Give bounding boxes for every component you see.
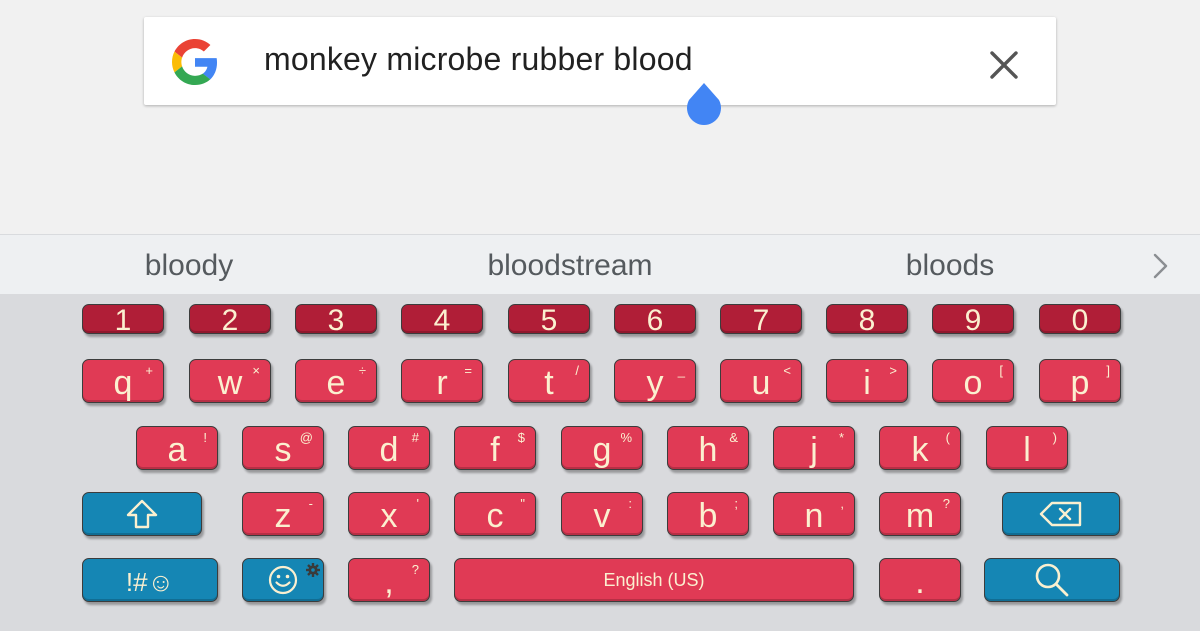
key-g[interactable]: g% — [561, 426, 643, 470]
key-7[interactable]: 7 — [720, 304, 802, 336]
key-m[interactable]: m? — [879, 492, 961, 536]
key-e[interactable]: e ÷ — [295, 359, 377, 403]
period-key[interactable]: . — [879, 558, 961, 602]
gear-icon — [306, 563, 320, 577]
key-5[interactable]: 5 — [508, 304, 590, 336]
key-j[interactable]: j * — [773, 426, 855, 470]
key-s[interactable]: s @ — [242, 426, 324, 470]
key-v[interactable]: v: — [561, 492, 643, 536]
key-z[interactable]: z- — [242, 492, 324, 536]
key-h[interactable]: h & — [667, 426, 749, 470]
key-c[interactable]: c " — [454, 492, 536, 536]
key-o[interactable]: o[ — [932, 359, 1014, 403]
suggestion-item[interactable]: bloody — [145, 249, 233, 283]
key-0[interactable]: 0 — [1039, 304, 1121, 336]
key-b[interactable]: b; — [667, 492, 749, 536]
space-bar[interactable]: English (US) — [454, 558, 854, 602]
key-1[interactable]: 1 — [82, 304, 164, 336]
search-input[interactable]: monkey microbe rubber blood — [264, 41, 693, 78]
emoji-key[interactable] — [242, 558, 324, 602]
symbols-key[interactable]: !#☺ — [82, 558, 218, 602]
suggestion-item[interactable]: bloods — [906, 249, 994, 283]
key-n[interactable]: n, — [773, 492, 855, 536]
key-8[interactable]: 8 — [826, 304, 908, 336]
suggestion-strip: bloody bloodstream bloods — [0, 234, 1200, 294]
key-2[interactable]: 2 — [189, 304, 271, 336]
key-d[interactable]: d # — [348, 426, 430, 470]
key-q[interactable]: q + — [82, 359, 164, 403]
key-k[interactable]: k( — [879, 426, 961, 470]
key-l[interactable]: l) — [986, 426, 1068, 470]
suggestion-item[interactable]: bloodstream — [487, 249, 652, 283]
cursor-handle[interactable] — [684, 83, 724, 129]
key-6[interactable]: 6 — [614, 304, 696, 336]
google-logo-icon — [172, 39, 218, 85]
key-u[interactable]: u < — [720, 359, 802, 403]
key-w[interactable]: w × — [189, 359, 271, 403]
search-icon — [1035, 563, 1069, 597]
comma-key[interactable]: ,? — [348, 558, 430, 602]
key-a[interactable]: a! — [136, 426, 218, 470]
key-4[interactable]: 4 — [401, 304, 483, 336]
key-p[interactable]: p] — [1039, 359, 1121, 403]
backspace-icon — [1039, 501, 1082, 527]
smiley-icon — [268, 565, 298, 595]
search-bar[interactable]: monkey microbe rubber blood — [144, 17, 1056, 105]
search-key[interactable] — [984, 558, 1120, 602]
shift-key[interactable] — [82, 492, 202, 536]
key-x[interactable]: x ' — [348, 492, 430, 536]
key-y[interactable]: y _ — [614, 359, 696, 403]
chevron-right-icon[interactable] — [1150, 251, 1172, 281]
key-i[interactable]: i > — [826, 359, 908, 403]
key-f[interactable]: f $ — [454, 426, 536, 470]
backspace-key[interactable] — [1002, 492, 1120, 536]
key-r[interactable]: r = — [401, 359, 483, 403]
shift-arrow-icon — [126, 499, 158, 529]
close-icon[interactable] — [980, 41, 1028, 89]
keyboard: 1 2 3 4 5 6 7 8 9 0 q + w × e ÷ r = t / y _ u <… — [0, 294, 1200, 631]
key-3[interactable]: 3 — [295, 304, 377, 336]
key-9[interactable]: 9 — [932, 304, 1014, 336]
key-t[interactable]: t / — [508, 359, 590, 403]
